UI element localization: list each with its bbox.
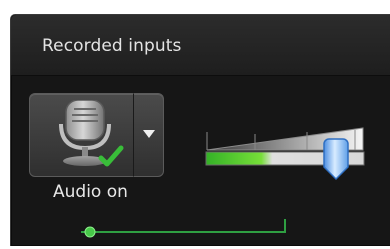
audio-status-label: Audio on bbox=[53, 182, 128, 202]
chevron-down-icon bbox=[143, 130, 155, 138]
timeline-marker[interactable] bbox=[84, 226, 96, 238]
screenshot-frame: Recorded inputs Audio on bbox=[0, 0, 390, 246]
panel-title: Recorded inputs bbox=[42, 36, 182, 56]
recorded-inputs-panel: Recorded inputs Audio on bbox=[10, 14, 390, 246]
panel-header: Recorded inputs bbox=[11, 15, 390, 76]
checkmark-icon bbox=[98, 145, 124, 167]
volume-level-control[interactable] bbox=[203, 125, 383, 190]
volume-slider-thumb[interactable] bbox=[323, 138, 349, 181]
audio-options-dropdown[interactable] bbox=[133, 93, 164, 177]
audio-input-button[interactable] bbox=[29, 93, 134, 177]
